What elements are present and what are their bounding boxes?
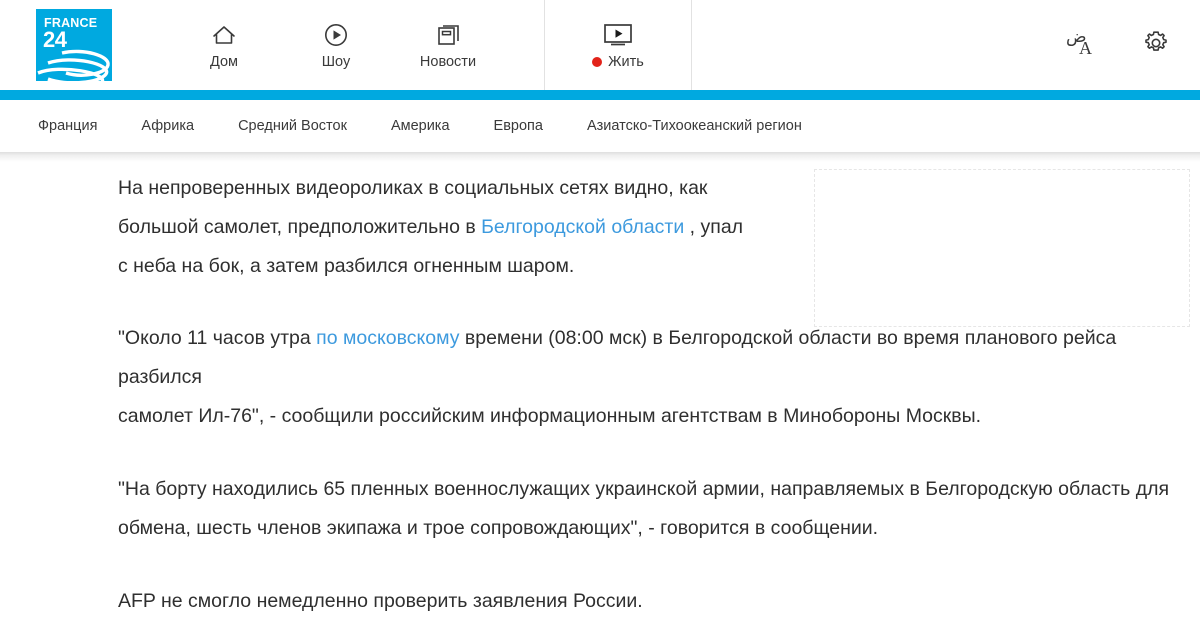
logo-swirl-graphic <box>37 49 110 81</box>
site-header: FRANCE 24 Дом Шоу Новости Жить ض A <box>0 0 1200 90</box>
region-navigation: Франция Африка Средний Восток Америка Ев… <box>0 100 1200 152</box>
play-circle-icon <box>323 21 349 49</box>
article-body: На непроверенных видеороликах в социальн… <box>118 162 1178 621</box>
tv-play-icon <box>601 21 635 49</box>
accent-bar <box>0 90 1200 100</box>
subnav-item-africa[interactable]: Африка <box>141 118 194 134</box>
nav-label-home: Дом <box>209 53 239 70</box>
article-paragraph-4: AFP не смогло немедленно проверить заявл… <box>118 582 1178 621</box>
subnav-item-france[interactable]: Франция <box>38 118 97 134</box>
logo-link[interactable]: FRANCE 24 <box>36 0 112 90</box>
nav-item-news[interactable]: Новости <box>392 0 504 90</box>
subnav-item-europe[interactable]: Европа <box>494 118 543 134</box>
gear-icon <box>1142 29 1170 62</box>
language-icon: ض A <box>1064 27 1100 61</box>
content-top-shadow <box>0 152 1200 162</box>
article-paragraph-1: На непроверенных видеороликах в социальн… <box>118 169 758 286</box>
settings-button[interactable] <box>1136 25 1176 65</box>
highlighted-sentence-2: AFP не смогло немедленно проверить заявл… <box>118 590 643 612</box>
article-paragraph-3: "На борту находились 65 пленных военносл… <box>118 478 1170 539</box>
nav-item-shows[interactable]: Шоу <box>280 0 392 90</box>
home-icon <box>211 21 237 49</box>
nav-item-live[interactable]: Жить <box>544 0 692 90</box>
nav-label-news: Новости <box>419 53 477 70</box>
link-moscow-time[interactable]: по московскому <box>316 327 459 349</box>
article-paragraph-2: "Около 11 часов утра по московскому врем… <box>118 319 1178 436</box>
subnav-item-middle-east[interactable]: Средний Восток <box>238 118 347 134</box>
highlighted-sentence-1: На непроверенных видеороликах в социальн… <box>118 177 674 199</box>
subnav-item-asia-pacific[interactable]: Азиатско-Тихоокеанский регион <box>587 118 802 134</box>
paragraph-2-text-a: "Около 11 часов утра <box>118 327 317 349</box>
header-actions: ض A <box>1062 0 1200 90</box>
news-pages-icon <box>435 21 461 49</box>
paragraph-2-text-c: самолет Ил-76", - сообщили российским ин… <box>118 405 982 427</box>
article-content-area: На непроверенных видеороликах в социальн… <box>0 162 1200 614</box>
nav-item-home[interactable]: Дом <box>168 0 280 90</box>
subnav-item-america[interactable]: Америка <box>391 118 450 134</box>
france24-logo[interactable]: FRANCE 24 <box>36 9 112 81</box>
link-belgorod-region[interactable]: Белгородской области <box>481 216 684 238</box>
language-icon-latin: A <box>1079 38 1092 58</box>
primary-navigation: Дом Шоу Новости Жить <box>168 0 692 90</box>
nav-label-live: Жить <box>608 53 644 70</box>
live-status-dot <box>592 56 603 67</box>
nav-label-shows: Шоу <box>321 53 351 70</box>
language-switch-button[interactable]: ض A <box>1062 25 1102 65</box>
